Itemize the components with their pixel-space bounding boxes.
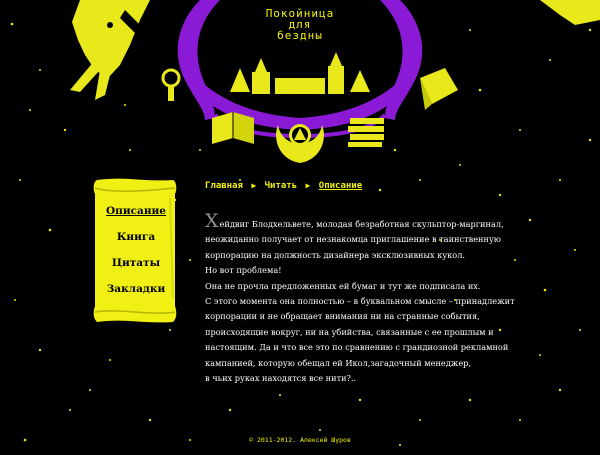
bird-icon bbox=[70, 0, 150, 100]
menu-item-book[interactable]: Книга bbox=[95, 224, 177, 250]
breadcrumb-current[interactable]: Описание bbox=[319, 181, 362, 191]
keyhole-icon bbox=[161, 68, 181, 101]
breadcrumb: Главная ▶ Читать ▶ Описание bbox=[205, 181, 362, 191]
menu-item-bookmarks[interactable]: Закладки bbox=[95, 276, 177, 302]
text-line: С этого момента она полностью – в буквал… bbox=[205, 296, 515, 307]
text-line: кампанией, которую обещал ей Икол,загадо… bbox=[205, 357, 472, 368]
text-line: в чьих руках находятся все нити?.. bbox=[205, 373, 357, 384]
text-line: происходящие вокруг, ни на убийства, свя… bbox=[205, 326, 494, 337]
site-title: Покойница для бездны bbox=[250, 8, 350, 41]
text-line: корпорацию на должность дизайнера эксклю… bbox=[205, 249, 466, 260]
text-line: корпорации и не обращает внимания ни на … bbox=[205, 311, 480, 322]
breadcrumb-arrow-icon: ▶ bbox=[251, 181, 257, 190]
menu-item-description[interactable]: Описание bbox=[95, 198, 177, 224]
site-title-line-3: бездны bbox=[277, 29, 323, 42]
breadcrumb-arrow-icon: ▶ bbox=[305, 181, 311, 190]
text-line: настоящим. Да и что все это по сравнению… bbox=[205, 342, 509, 353]
text-line: неожиданно получает от незнакомца пригла… bbox=[205, 234, 501, 245]
breadcrumb-home[interactable]: Главная bbox=[205, 181, 243, 191]
drop-cap: Х bbox=[205, 210, 219, 232]
breadcrumb-read[interactable]: Читать bbox=[265, 181, 298, 191]
description-text: Хейдвиг Блодхельвете, молодая безработна… bbox=[205, 210, 515, 386]
castle-icon bbox=[230, 52, 370, 94]
folded-paper-icon bbox=[420, 68, 458, 110]
main-menu: Описание Книга Цитаты Закладки bbox=[95, 198, 177, 302]
menu-item-quotes[interactable]: Цитаты bbox=[95, 250, 177, 276]
creature-icon bbox=[540, 0, 600, 25]
text-line: Хейдвиг Блодхельвете, молодая безработна… bbox=[205, 210, 504, 232]
text-line: Но вот проблема! bbox=[205, 265, 282, 276]
text-line: Она не прочла предложенных ей бумаг и ту… bbox=[205, 280, 481, 291]
open-book-icon bbox=[212, 112, 254, 144]
footer-copyright: © 2011-2012. Алексей Шуров bbox=[249, 436, 351, 444]
portrait-wreath-icon bbox=[276, 124, 324, 163]
